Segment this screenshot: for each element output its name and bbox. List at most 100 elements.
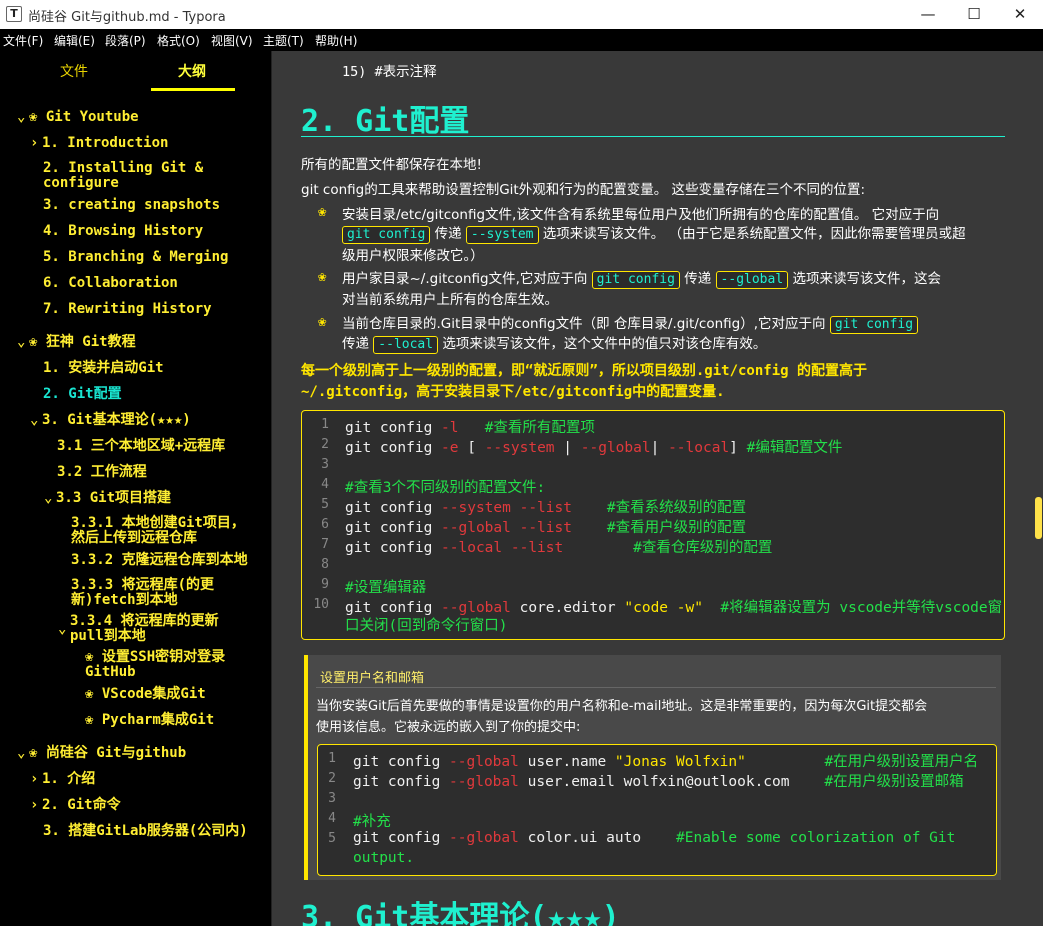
list-item-line: 用户家目录~/.gitconfig文件,它对应于向 git config 传递 … [342, 271, 941, 289]
outline-item[interactable]: ⌄ 3.3 Git项目搭建 [44, 491, 171, 506]
outline-item[interactable]: 3. 搭建GitLab服务器(公司内) [43, 824, 248, 839]
close-button[interactable]: ✕ [997, 0, 1043, 29]
line-number: 6 [321, 517, 329, 532]
outline-item[interactable]: 5. Branching & Merging [43, 250, 228, 265]
chevron-right-icon[interactable]: › [30, 798, 42, 813]
outline-item[interactable]: ⌄ 3. Git基本理论(★★★) [30, 413, 191, 428]
code-token: --global [449, 754, 519, 770]
code-token: git config [353, 830, 450, 846]
callout-paragraph: 使用该信息。它被永远的嵌入到了你的提交中: [316, 720, 581, 735]
line-number: 7 [321, 537, 329, 552]
menu-file[interactable]: 文件(F) [3, 32, 43, 49]
code-token: | [554, 440, 581, 456]
outline-item-active[interactable]: 2. Git配置 [43, 387, 122, 402]
tab-files[interactable]: 文件 [60, 61, 88, 81]
code-line: git config --global user.email wolfxin@o… [353, 770, 964, 791]
outline-item[interactable]: 3.3.2 克隆远程仓库到本地 [71, 553, 248, 568]
code-line-wrap: 口关闭(回到命令行窗口) [345, 618, 508, 634]
code-token: -e [441, 440, 459, 456]
menu-paragraph[interactable]: 段落(P) [105, 32, 146, 49]
menu-help[interactable]: 帮助(H) [315, 32, 357, 49]
line-number: 9 [321, 577, 329, 592]
inline-code: --system [465, 226, 539, 244]
callout-title: 设置用户名和邮箱 [320, 671, 425, 686]
line-number: 4 [321, 477, 329, 492]
strong-paragraph: ~/.gitconfig，高于安装目录下/etc/gitconfig中的配置变量… [301, 384, 725, 400]
code-token: #编辑配置文件 [746, 440, 843, 456]
line-number: 8 [321, 557, 329, 572]
outline-item[interactable]: ❀ VScode集成Git [85, 687, 206, 702]
outline-item[interactable]: 1. 安装并启动Git [43, 361, 164, 376]
line-number: 4 [328, 811, 336, 826]
tab-outline-underline [151, 88, 235, 91]
code-line-wrap: output. [353, 850, 415, 866]
code-token: git config [345, 520, 442, 536]
line-number: 10 [313, 597, 329, 612]
outline-item[interactable]: ❀ 设置SSH密钥对登录GitHub [85, 650, 250, 680]
maximize-button[interactable]: ☐ [951, 0, 997, 29]
code-token: #设置编辑器 [345, 580, 427, 596]
list-item-text: 安装目录/etc/gitconfig文件,该文件含有系统里每位用户及他们所拥有的… [342, 207, 940, 223]
paragraph: git config的工具来帮助设置控制Git外观和行为的配置变量。 这些变量存… [301, 182, 866, 198]
line-number: 5 [321, 497, 329, 512]
list-item-line: git config 传递 --system 选项来读写该文件。 （由于它是系统… [342, 222, 966, 244]
code-token: #查看3个不同级别的配置文件: [345, 480, 546, 496]
inline-code: --local [373, 336, 439, 354]
line-number: 3 [328, 791, 336, 806]
paragraph: 所有的配置文件都保存在本地! [301, 157, 482, 173]
menu-view[interactable]: 视图(V) [211, 32, 253, 49]
outline-item[interactable]: ⌄ ❀ 尚硅谷 Git与github [17, 746, 186, 761]
chevron-down-icon[interactable]: ⌄ [17, 746, 29, 761]
tab-outline[interactable]: 大纲 [178, 61, 206, 81]
outline-item[interactable]: 7. Rewriting History [43, 302, 212, 317]
minimize-button[interactable]: — [905, 0, 951, 29]
code-line: git config --local --list #查看仓库级别的配置 [345, 536, 772, 557]
outline-item[interactable]: 3.3.1 本地创建Git项目，然后上传到远程仓库 [71, 516, 251, 546]
line-number: 1 [328, 751, 336, 766]
code-token: git config [345, 440, 442, 456]
outline-item[interactable]: ⌄ ❀ 狂神 Git教程 [17, 335, 136, 350]
code-token: #将编辑器设置为 vscode并等待vscode窗 [720, 600, 1003, 616]
outline-item[interactable]: › 1. Introduction [30, 136, 168, 151]
code-token: #查看所有配置项 [484, 420, 595, 436]
menu-edit[interactable]: 编辑(E) [54, 32, 95, 49]
chevron-down-icon[interactable]: ⌄ [58, 622, 70, 637]
outline-item[interactable]: 2. Installing Git & configure [43, 161, 243, 191]
outline-item[interactable]: 3.2 工作流程 [57, 465, 147, 480]
code-line: #查看3个不同级别的配置文件: [345, 476, 545, 497]
list-item-line: 传递 --local 选项来读写该文件，这个文件中的值只对该仓库有效。 [342, 336, 767, 354]
menu-theme[interactable]: 主题(T) [263, 32, 304, 49]
outline-item[interactable]: ⌄ 3.3.4 将远程库的更新pull到本地 [58, 614, 235, 644]
code-token: git config [353, 754, 450, 770]
chevron-right-icon[interactable]: › [30, 772, 42, 787]
code-token: "code -w" [624, 600, 703, 616]
chevron-down-icon[interactable]: ⌄ [17, 335, 29, 350]
outline-item[interactable]: ⌄ ❀ Git Youtube [17, 110, 139, 125]
outline-item[interactable]: 6. Collaboration [43, 276, 178, 291]
chevron-right-icon[interactable]: › [30, 136, 42, 151]
code-token: color.ui auto [518, 830, 677, 846]
menu-format[interactable]: 格式(O) [157, 32, 200, 49]
line-number: 1 [321, 417, 329, 432]
code-token: #在用户级别设置邮箱 [824, 774, 964, 790]
outline-item[interactable]: › 1. 介绍 [30, 772, 95, 787]
strong-paragraph: 每一个级别高于上一级别的配置，即“就近原则”，所以项目级别.git/config… [301, 363, 867, 379]
outline-item[interactable]: 3. creating snapshots [43, 198, 220, 213]
outline-item[interactable]: 3.1 三个本地区域+远程库 [57, 439, 225, 454]
outline-item[interactable]: ❀ Pycharm集成Git [85, 713, 214, 728]
outline-item[interactable]: › 2. Git命令 [30, 798, 121, 813]
chevron-down-icon[interactable]: ⌄ [44, 491, 56, 506]
chevron-down-icon[interactable]: ⌄ [17, 110, 29, 125]
code-line: git config -e [ --system | --global| --l… [345, 436, 842, 457]
outline-item[interactable]: 4. Browsing History [43, 224, 203, 239]
outline-item[interactable]: 3.3.3 将远程库(的更新)fetch到本地 [71, 578, 236, 608]
code-token: user.name [518, 754, 615, 770]
code-line: git config --global user.name "Jonas Wol… [353, 750, 978, 771]
list-item-text: 级用户权限来修改它。） [342, 248, 484, 264]
editor-scrollbar-thumb[interactable] [1035, 497, 1042, 539]
callout-paragraph: 当你安装Git后首先要做的事情是设置你的用户名称和e-mail地址。这是非常重要… [316, 699, 928, 714]
chevron-down-icon[interactable]: ⌄ [30, 413, 42, 428]
code-line: #设置编辑器 [345, 576, 426, 597]
